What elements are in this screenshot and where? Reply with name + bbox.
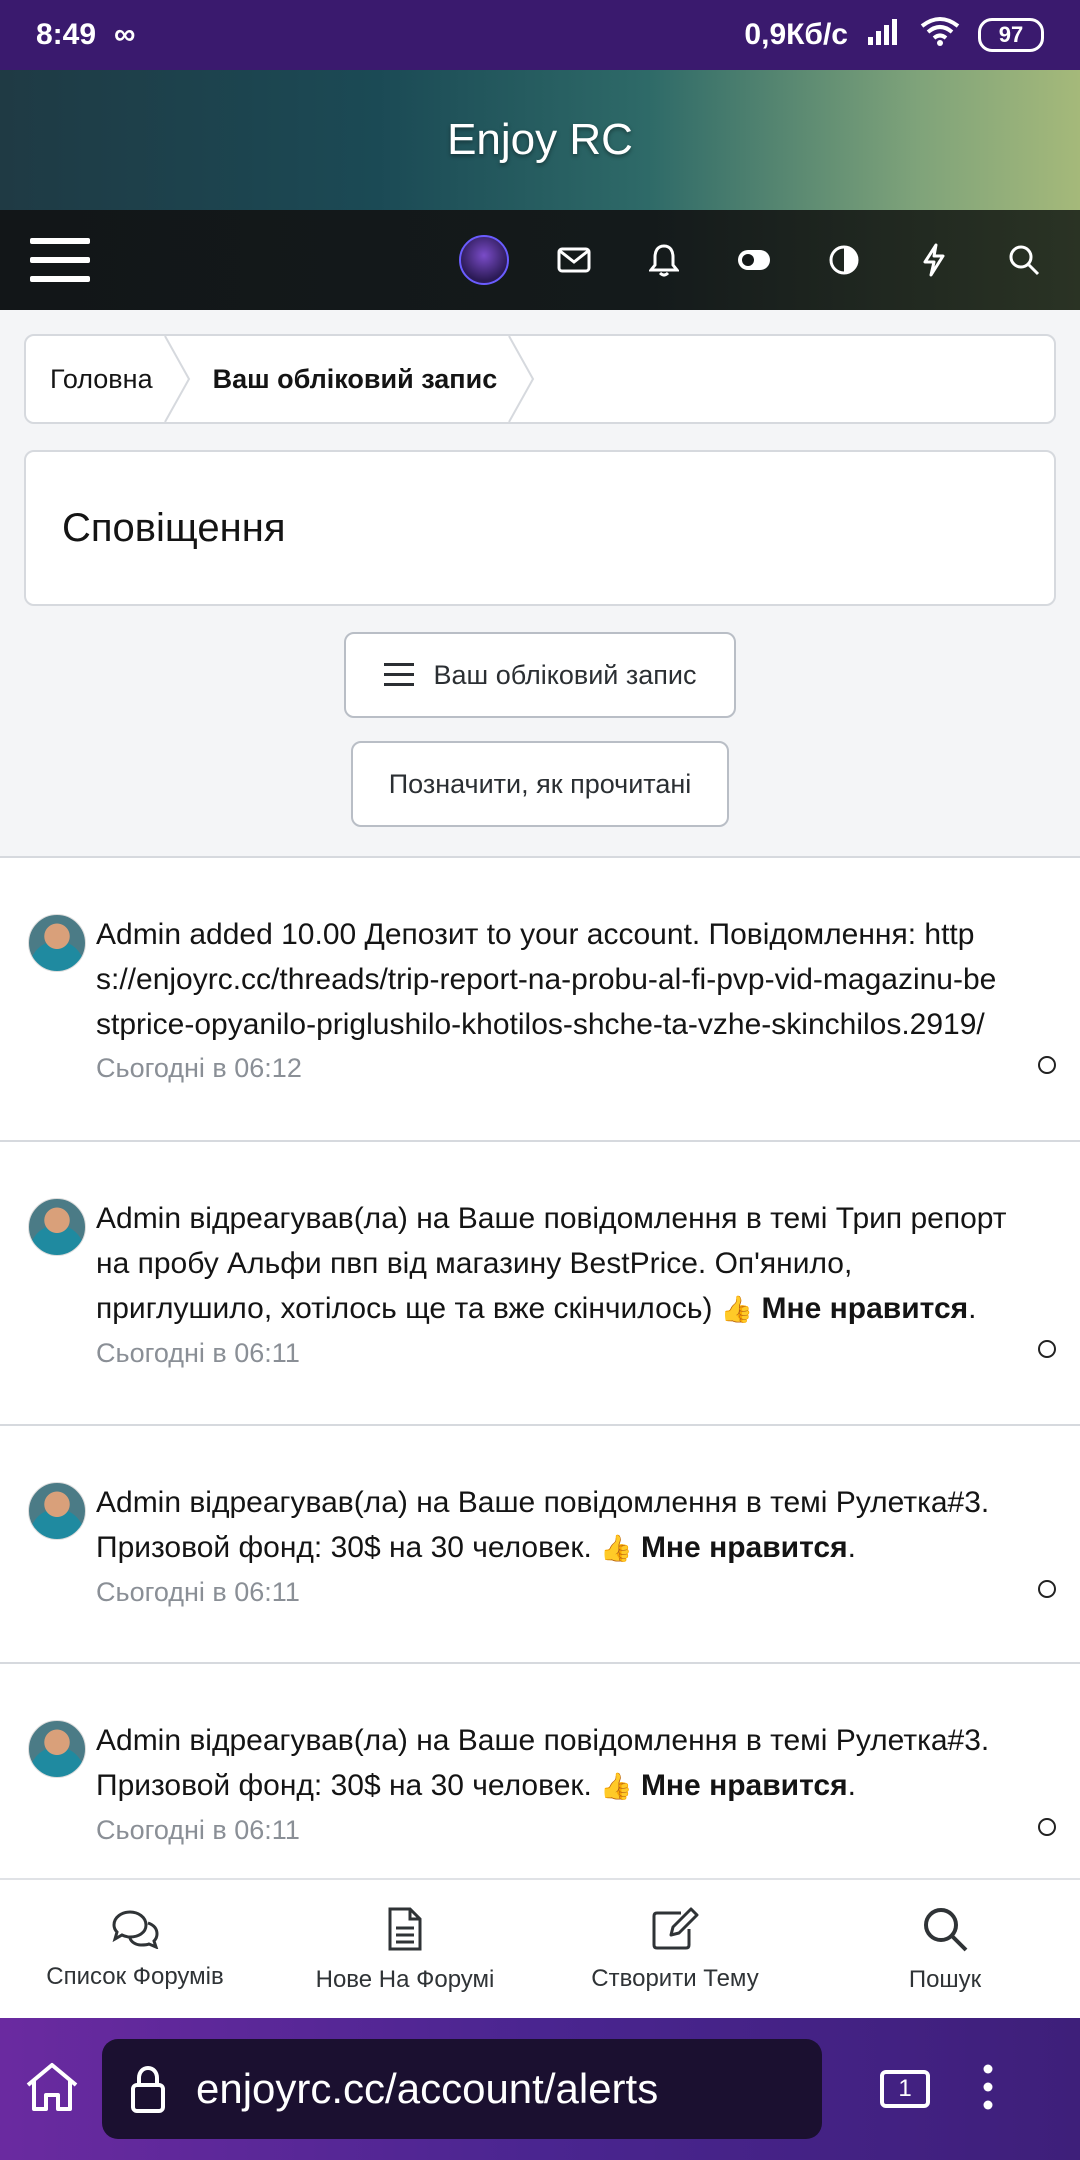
browser-toolbar: enjoyrc.cc/account/alerts 1 <box>0 2018 1080 2160</box>
page-title-block: Сповіщення <box>24 450 1056 606</box>
alerts-list: Admin added 10.00 Депозит to your accoun… <box>0 856 1080 1880</box>
signal-icon <box>866 17 902 53</box>
bell-icon[interactable] <box>638 234 690 286</box>
wifi-icon <box>920 16 960 54</box>
thumbs-up-icon: 👍 <box>720 1294 754 1324</box>
mark-read-toggle[interactable] <box>1038 1056 1056 1074</box>
nav-search[interactable]: Пошук <box>820 1906 1070 1994</box>
status-bar: 8:49 ∞ 0,9Кб/с 97 <box>0 0 1080 70</box>
mark-read-button[interactable]: Позначити, як прочитані <box>351 741 729 827</box>
nav-forum-list[interactable]: Список Форумів <box>10 1909 260 1991</box>
page-title: Сповіщення <box>62 505 286 550</box>
url-text: enjoyrc.cc/account/alerts <box>196 2065 659 2112</box>
chat-bubbles-icon <box>112 1910 159 1949</box>
breadcrumb-home-label: Головна <box>50 363 153 394</box>
thumbs-up-icon: 👍 <box>600 1533 633 1563</box>
alert-text[interactable]: Admin відреагував(ла) на Ваше повідомлен… <box>96 1196 1010 1332</box>
breadcrumb-account-label: Ваш обліковий запис <box>212 363 498 394</box>
address-bar[interactable]: enjoyrc.cc/account/alerts <box>102 2039 822 2139</box>
alert-text[interactable]: Admin відреагував(ла) на Ваше повідомлен… <box>96 1480 1010 1571</box>
lightning-icon[interactable] <box>908 234 960 286</box>
alert-time: Сьогодні в 06:11 <box>96 1815 300 1845</box>
alert-text[interactable]: Admin відреагував(ла) на Ваше повідомлен… <box>96 1718 1010 1809</box>
avatar <box>459 235 509 285</box>
navbar <box>0 210 1080 310</box>
reaction-label: Мне нравится <box>761 1292 969 1325</box>
mark-read-toggle[interactable] <box>1038 1580 1056 1598</box>
tabs-button[interactable]: 1 <box>880 2070 930 2108</box>
chevron-right-icon <box>508 336 535 422</box>
breadcrumb-account[interactable]: Ваш обліковий запис <box>177 336 535 422</box>
alert-item[interactable]: Admin added 10.00 Депозит to your accoun… <box>0 858 1080 1142</box>
mark-read-toggle[interactable] <box>1038 1340 1056 1358</box>
account-menu-label: Ваш обліковий запис <box>433 659 697 690</box>
tab-count: 1 <box>898 2075 912 2102</box>
contrast-icon[interactable] <box>818 234 870 286</box>
account-menu-button[interactable]: Ваш обліковий запис <box>344 632 736 718</box>
alert-item[interactable]: Admin відреагував(ла) на Ваше повідомлен… <box>0 1664 1080 1880</box>
inbox-icon[interactable] <box>548 234 600 286</box>
infinity-icon: ∞ <box>114 18 136 51</box>
site-header: Enjoy RC <box>0 70 1080 210</box>
document-icon <box>388 1907 422 1951</box>
network-speed: 0,9Кб/с <box>744 18 848 51</box>
mark-read-toggle[interactable] <box>1038 1818 1056 1836</box>
search-icon[interactable] <box>998 234 1050 286</box>
alert-item[interactable]: Admin відреагував(ла) на Ваше повідомлен… <box>0 1142 1080 1426</box>
more-options-icon[interactable] <box>982 2063 994 2116</box>
avatar <box>28 1720 86 1778</box>
user-avatar-button[interactable] <box>458 234 510 286</box>
home-icon[interactable] <box>24 2061 80 2118</box>
alert-text[interactable]: Admin added 10.00 Депозит to your accoun… <box>96 912 1010 1047</box>
thumbs-up-icon: 👍 <box>600 1771 633 1801</box>
nav-create-thread[interactable]: Створити Тему <box>550 1907 800 1993</box>
mark-read-label: Позначити, як прочитані <box>388 768 692 799</box>
nav-forum-list-label: Список Форумів <box>46 1963 224 1990</box>
breadcrumb-home[interactable]: Головна <box>26 336 190 422</box>
avatar <box>28 914 86 972</box>
edit-icon <box>652 1907 699 1950</box>
lock-icon <box>131 2065 165 2113</box>
alert-time: Сьогодні в 06:11 <box>96 1577 300 1607</box>
nav-create-thread-label: Створити Тему <box>591 1965 759 1992</box>
nav-search-label: Пошук <box>908 1966 982 1993</box>
avatar <box>28 1198 86 1256</box>
reaction-label: Мне нравится <box>640 1769 848 1802</box>
battery-indicator: 97 <box>978 18 1044 52</box>
reaction-label: Мне нравится <box>640 1531 848 1564</box>
site-title[interactable]: Enjoy RC <box>447 115 633 165</box>
search-icon <box>924 1908 968 1952</box>
menu-icon[interactable] <box>30 238 90 282</box>
alert-item[interactable]: Admin відреагував(ла) на Ваше повідомлен… <box>0 1426 1080 1664</box>
clock: 8:49 <box>36 18 97 51</box>
toggle-icon[interactable] <box>728 234 780 286</box>
alert-time: Сьогодні в 06:12 <box>96 1053 302 1083</box>
nav-new-posts-label: Нове На Форумі <box>315 1966 495 1993</box>
forum-bottom-nav: Список Форумів Нове На Форумі Створити Т… <box>0 1878 1080 2020</box>
alert-time: Сьогодні в 06:11 <box>96 1338 300 1368</box>
nav-new-posts[interactable]: Нове На Форумі <box>280 1906 530 1994</box>
breadcrumb: Головна Ваш обліковий запис <box>24 334 1056 424</box>
avatar <box>28 1482 86 1540</box>
list-icon <box>383 663 414 686</box>
